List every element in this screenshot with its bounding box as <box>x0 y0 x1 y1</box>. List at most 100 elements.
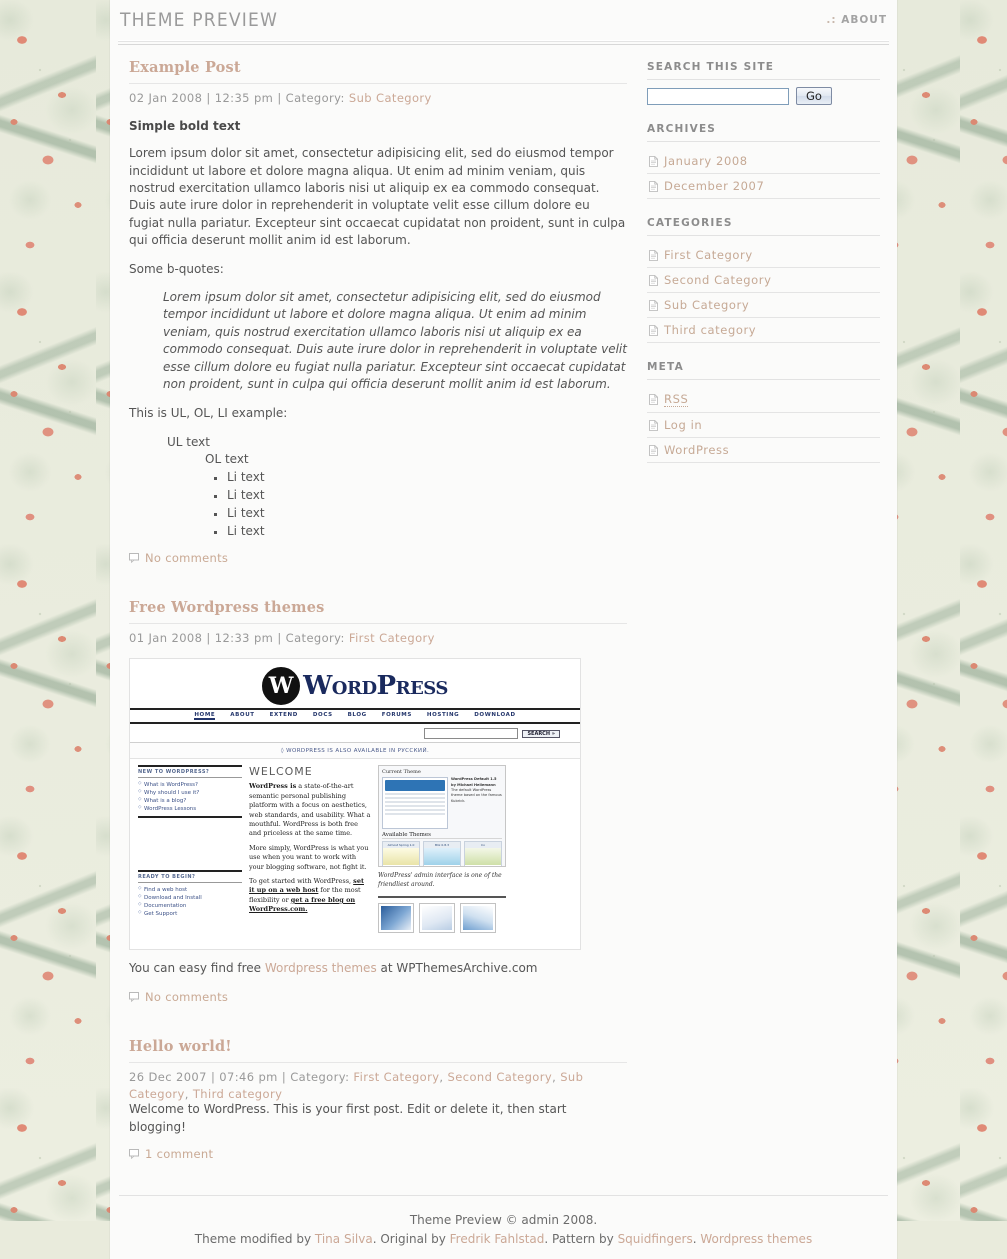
wp-nav-item: HOSTING <box>426 712 460 719</box>
category-link[interactable]: Second Category <box>664 273 772 287</box>
wp-list-item: Why should I use it? <box>138 789 242 797</box>
nested-list: Li text Li text Li text Li text <box>205 469 627 539</box>
list-item[interactable]: Second Category <box>647 268 880 293</box>
widget-title-search: SEARCH THIS SITE <box>647 61 880 80</box>
wp-para-rest: a state-of-the-art semantic personal pub… <box>249 782 371 838</box>
comments-count-label[interactable]: 1 comment <box>145 1147 213 1161</box>
category-label: Category: <box>290 1069 350 1084</box>
list-item: Li text <box>227 523 627 540</box>
document-icon <box>649 419 658 431</box>
post-category-link[interactable]: Sub Category <box>349 91 432 105</box>
wp-divider <box>378 896 506 899</box>
meta-separator: | <box>206 91 215 105</box>
wp-nav-item: DOCS <box>312 712 333 719</box>
credit-link-fredrik-fahlstad[interactable]: Fredrik Fahlstad <box>450 1232 545 1246</box>
wp-nav-item: HOME <box>194 712 216 721</box>
post-hello-world: Hello world! 26 Dec 2007 | 07:46 pm | Ca… <box>129 1038 627 1161</box>
footer-credits: Theme modified by Tina Silva. Original b… <box>110 1230 897 1249</box>
list-item[interactable]: RSS <box>647 387 880 413</box>
wordpress-themes-link[interactable]: Wordpress themes <box>265 961 377 975</box>
page-title: THEME PREVIEW <box>120 9 279 31</box>
list-item[interactable]: Third category <box>647 318 880 343</box>
meta-separator: | <box>281 1069 291 1084</box>
credit-text-4: . <box>692 1232 701 1247</box>
wp-theme-card: Blix 0.8.3 <box>423 841 461 867</box>
widget-title-meta: META <box>647 361 880 380</box>
credit-link-tina-silva[interactable]: Tina Silva <box>315 1232 373 1246</box>
comment-bubble-icon <box>129 553 139 564</box>
archives-list: January 2008 December 2007 <box>647 149 880 199</box>
list-item[interactable]: January 2008 <box>647 149 880 174</box>
document-icon <box>649 444 658 456</box>
list-item: Li text <box>227 505 627 522</box>
credit-link-squidfingers[interactable]: Squidfingers <box>618 1232 693 1246</box>
list-item[interactable]: Log in <box>647 413 880 438</box>
meta-comma: , <box>552 1069 561 1084</box>
main-content: Example Post 02 Jan 2008 | 12:35 pm | Ca… <box>119 47 635 1195</box>
list-item[interactable]: WordPress <box>647 438 880 463</box>
wp-para-bold: WordPress is <box>249 782 297 791</box>
wp-theme-row: Almost Spring 1.0 Blix 0.8.3 Co <box>382 841 502 867</box>
search-form: Go <box>647 87 880 105</box>
login-link[interactable]: Log in <box>664 418 702 432</box>
wp-list-item: Download and Install <box>138 894 242 902</box>
widget-search: SEARCH THIS SITE Go <box>647 61 880 105</box>
comments-link[interactable]: 1 comment <box>129 1147 627 1161</box>
wp-list-item: Get Support <box>138 910 242 918</box>
post-meta: 26 Dec 2007 | 07:46 pm | Category: First… <box>129 1069 627 1105</box>
wp-thumbnail <box>460 903 496 934</box>
comments-link[interactable]: No comments <box>129 990 627 1004</box>
wp-admin-theme-desc: The default WordPress theme based on the… <box>451 788 502 803</box>
post-category-link[interactable]: First Category <box>349 631 435 645</box>
meta-separator: | <box>277 91 286 105</box>
wp-right-column: Current Theme WordPress Default 1.5 by M… <box>378 765 506 934</box>
post-title-link[interactable]: Example Post <box>129 59 627 84</box>
post-title-link[interactable]: Free Wordpress themes <box>129 599 627 625</box>
caption-after: at WPThemesArchive.com <box>376 961 538 976</box>
wp-paragraph-1: WordPress is a state-of-the-art semantic… <box>249 782 371 839</box>
wordpress-link[interactable]: WordPress <box>664 443 729 457</box>
archive-link[interactable]: December 2007 <box>664 179 764 193</box>
wp-theme-preview <box>424 848 460 866</box>
post-category-link[interactable]: Second Category <box>448 1070 553 1084</box>
post-body: You can easy find free Wordpress themes … <box>129 960 627 977</box>
wp-list-item: WordPress Lessons <box>138 805 242 813</box>
search-go-button[interactable]: Go <box>796 87 832 105</box>
post-title-link[interactable]: Hello world! <box>129 1038 627 1063</box>
wp-admin-line <box>385 813 445 816</box>
post-paragraph: Some b-quotes: <box>129 261 224 276</box>
body-wrapper: Example Post 02 Jan 2008 | 12:35 pm | Ca… <box>110 47 897 1195</box>
document-icon <box>649 394 658 405</box>
list-item[interactable]: Sub Category <box>647 293 880 318</box>
comments-count-label[interactable]: No comments <box>145 551 228 565</box>
list-intro-text: This is UL, OL, LI example: <box>129 406 288 421</box>
archive-link[interactable]: January 2008 <box>664 154 748 168</box>
meta-list: RSS Log in WordPress <box>647 387 880 463</box>
wp-nav-item: BLOG <box>347 712 367 719</box>
credit-link-wordpress-themes[interactable]: Wordpress themes <box>700 1232 812 1246</box>
wp-nav-item: ABOUT <box>230 712 255 719</box>
comments-count-label[interactable]: No comments <box>145 990 228 1004</box>
post-body: Welcome to WordPress. This is your first… <box>129 1101 627 1136</box>
wp-theme-preview <box>383 848 419 866</box>
site-header: THEME PREVIEW .: ABOUT <box>110 0 897 40</box>
post-category-link[interactable]: Third category <box>193 1087 282 1101</box>
nav-about-link[interactable]: .: ABOUT <box>826 14 887 26</box>
wp-list-item: Find a web host <box>138 886 242 894</box>
wp-admin-line <box>385 809 445 812</box>
list-item: Li text <box>227 487 627 504</box>
comments-link[interactable]: No comments <box>129 551 627 565</box>
category-link[interactable]: Third category <box>664 323 756 337</box>
list-item[interactable]: First Category <box>647 243 880 268</box>
post-category-link[interactable]: First Category <box>353 1070 439 1084</box>
list-item[interactable]: December 2007 <box>647 174 880 199</box>
document-icon <box>649 299 658 311</box>
wp-thumbnail <box>378 903 414 934</box>
wp-admin-body: WordPress Default 1.5 by Michael Heilema… <box>382 777 502 830</box>
rss-link[interactable]: RSS <box>664 392 689 407</box>
search-input[interactable] <box>647 87 789 105</box>
post-lead-text: Simple bold text <box>129 118 241 133</box>
category-link[interactable]: Sub Category <box>664 298 749 312</box>
category-link[interactable]: First Category <box>664 248 753 262</box>
category-label: Category: <box>285 91 345 105</box>
